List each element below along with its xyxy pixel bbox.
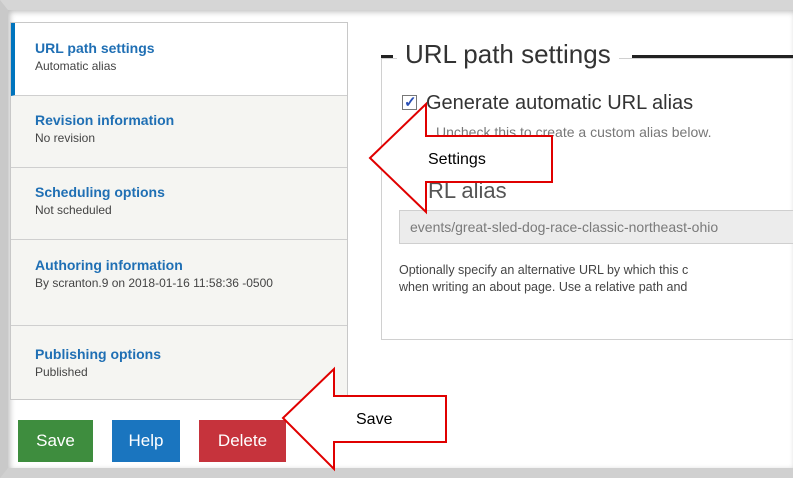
tab-title: Scheduling options: [35, 184, 165, 200]
tab-title: URL path settings: [35, 40, 155, 56]
help-button[interactable]: Help: [112, 420, 180, 462]
generate-alias-checkbox[interactable]: ✓: [402, 94, 417, 111]
vertical-tabs: URL path settings Automatic alias Revisi…: [10, 22, 348, 400]
help-line: when writing an about page. Use a relati…: [399, 280, 688, 294]
fieldset-legend: URL path settings: [397, 37, 619, 71]
url-alias-input[interactable]: events/great-sled-dog-race-classic-north…: [399, 210, 793, 244]
settings-callout-text: Settings: [428, 151, 486, 168]
tab-url-path-settings[interactable]: URL path settings Automatic alias: [11, 23, 347, 96]
tab-summary: Not scheduled: [35, 203, 112, 217]
tab-title: Publishing options: [35, 346, 161, 362]
help-line: Optionally specify an alternative URL by…: [399, 263, 689, 277]
tab-title: Authoring information: [35, 257, 183, 273]
save-callout-text: Save: [356, 411, 393, 428]
tab-authoring-information[interactable]: Authoring information By scranton.9 on 2…: [11, 240, 347, 326]
generate-alias-description: Uncheck this to create a custom alias be…: [436, 124, 712, 140]
checkmark-icon: ✓: [404, 94, 417, 111]
tab-title: Revision information: [35, 112, 175, 128]
tab-publishing-options[interactable]: Publishing options Published: [11, 326, 347, 399]
fieldset-legend-rule: [632, 55, 793, 58]
tab-summary: Automatic alias: [35, 59, 117, 73]
tab-summary: Published: [35, 365, 88, 379]
tab-summary: By scranton.9 on 2018-01-16 11:58:36 -05…: [35, 276, 273, 290]
tab-scheduling-options[interactable]: Scheduling options Not scheduled: [11, 168, 347, 240]
generate-alias-label[interactable]: Generate automatic URL alias: [426, 92, 693, 115]
delete-button[interactable]: Delete: [199, 420, 286, 462]
url-alias-label: RL alias: [428, 178, 507, 203]
tab-summary: No revision: [35, 131, 96, 145]
save-button[interactable]: Save: [18, 420, 93, 462]
fieldset-legend-rule: [381, 55, 393, 58]
url-alias-help: Optionally specify an alternative URL by…: [399, 262, 793, 296]
tab-revision-information[interactable]: Revision information No revision: [11, 96, 347, 168]
